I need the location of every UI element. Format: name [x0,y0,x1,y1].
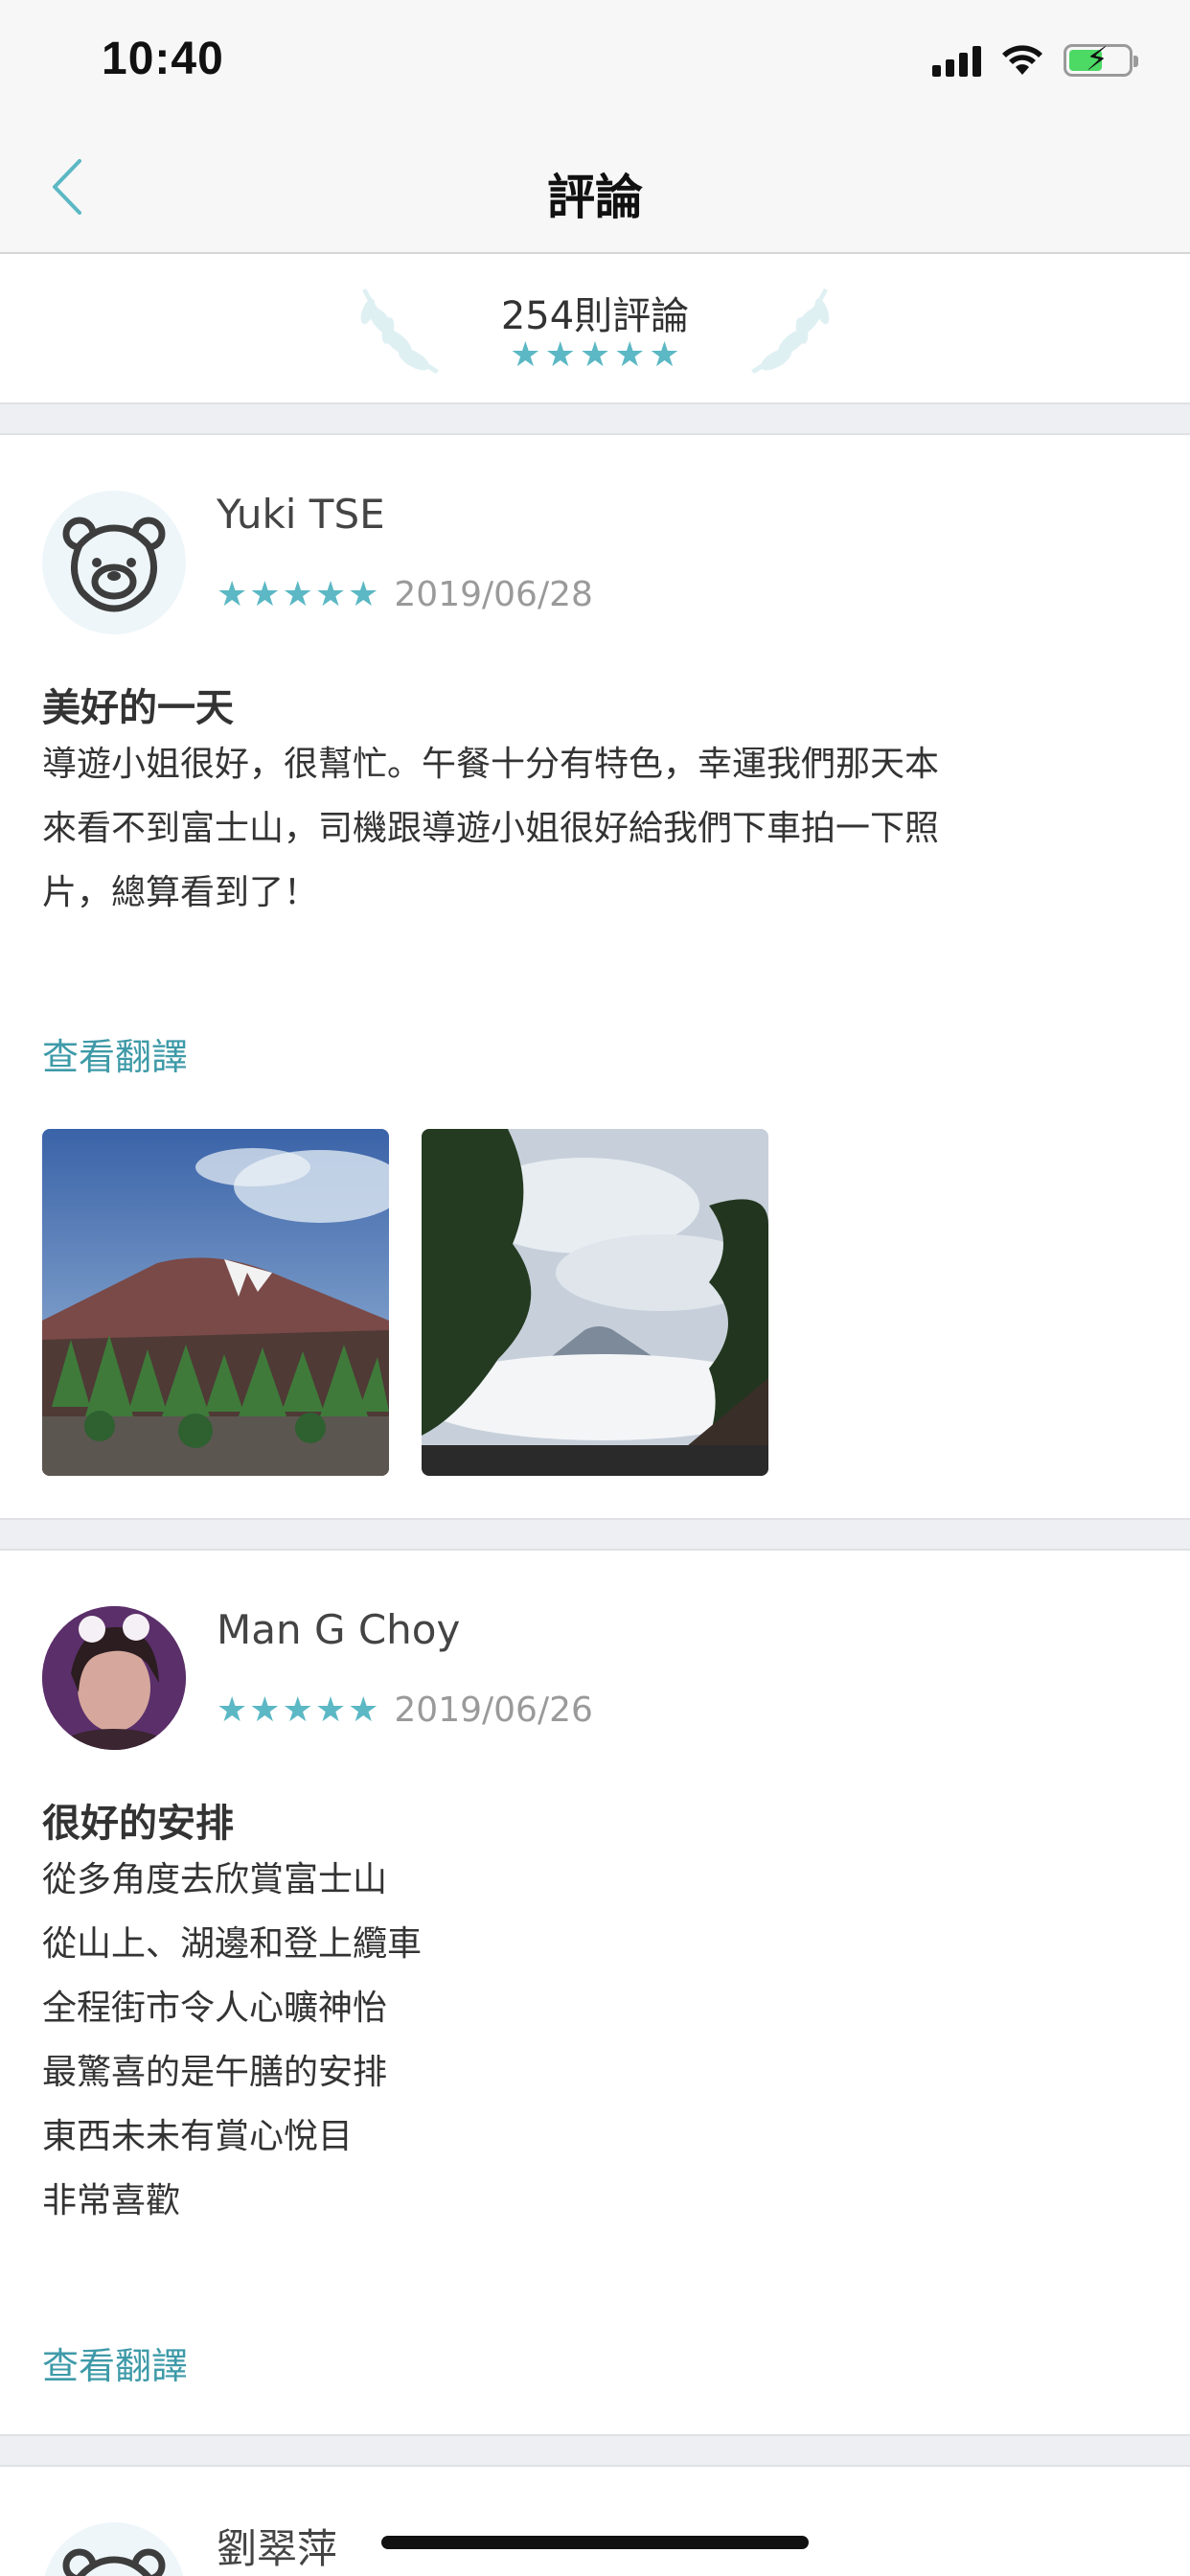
star-icon: ★ [544,335,576,375]
review-line: 從山上、湖邊和登上纜車 [42,1924,423,1964]
review-title: 很好的安排 [42,1802,234,1846]
review-line: 全程街市令人心曠神怡 [42,1989,388,2028]
review-title: 美好的一天 [42,686,234,730]
view-translation-link[interactable]: 查看翻譯 [42,1027,188,1080]
reviewer-name: 劉翠萍 [217,2525,338,2572]
page-title: 評論 [547,170,643,225]
bear-icon [62,2548,166,2576]
bear-avatar[interactable] [42,2522,186,2576]
wifi-icon [1002,45,1042,75]
review-body: 從多角度去欣賞富士山 從山上、湖邊和登上纜車 全程街市令人心曠神怡 最驚喜的是午… [42,1848,1058,2233]
section-divider [0,2434,1190,2467]
review-card: Yuki TSE ★ ★ ★ ★ ★ 2019/06/28 美好的一天 導遊小姐… [0,435,1190,1518]
cellular-signal-icon [932,44,981,77]
review-count: 254則評論 [500,294,690,338]
review-line: 非常喜歡 [42,2181,181,2220]
star-icon: ★ [217,1690,248,1730]
star-icon: ★ [649,335,680,375]
review-body: 導遊小姐很好，很幫忙。午餐十分有特色，幸運我們那天本 來看不到富士山，司機跟導遊… [42,732,1058,925]
mount-fuji-forest-photo[interactable] [42,1129,389,1476]
star-icon: ★ [282,574,313,614]
star-icon: ★ [249,1690,281,1730]
review-stars: ★ ★ ★ ★ ★ [217,1690,379,1730]
rating-row: ★ ★ ★ ★ ★ 2019/06/28 [217,575,593,614]
user-photo-avatar[interactable] [42,1606,186,1750]
section-divider [0,1518,1190,1551]
reviewer-name: Yuki TSE [217,491,385,538]
review-line: 從多角度去欣賞富士山 [42,1860,388,1899]
bear-avatar[interactable] [42,491,186,634]
status-icons: ⚡ [932,43,1138,77]
review-card: Man G Choy ★ ★ ★ ★ ★ 2019/06/26 很好的安排 從多… [0,1551,1190,2434]
summary-stars: ★ ★ ★ ★ ★ [0,338,1190,373]
star-icon: ★ [348,574,379,614]
mount-fuji-clouds-photo[interactable] [422,1129,768,1476]
review-line: 東西未未有賞心悅目 [42,2117,354,2156]
review-line: 來看不到富士山，司機跟導遊小姐很好給我們下車拍一下照 [42,809,940,848]
star-icon: ★ [217,574,248,614]
star-icon: ★ [282,1690,313,1730]
star-icon: ★ [314,1690,347,1730]
status-time: 10:40 [102,34,224,84]
review-line: 片，總算看到了！ [42,873,319,912]
home-indicator[interactable] [381,2536,809,2549]
view-translation-link[interactable]: 查看翻譯 [42,2336,188,2389]
review-line: 最驚喜的是午膳的安排 [42,2053,388,2092]
star-icon: ★ [348,1690,379,1730]
reviewer-name: Man G Choy [217,1606,461,1653]
laurel-right-icon [751,288,830,374]
review-summary: 254則評論 ★ ★ ★ ★ ★ [0,256,1190,402]
review-date: 2019/06/26 [394,1690,593,1730]
rating-row: ★ ★ ★ ★ ★ 2019/06/26 [217,1690,593,1730]
top-bar: 10:40 ⚡ 評論 [0,0,1190,254]
review-stars: ★ ★ ★ ★ ★ [217,574,379,614]
battery-icon: ⚡ [1064,43,1138,77]
bear-icon [62,517,166,612]
review-date: 2019/06/28 [394,575,593,614]
star-icon: ★ [249,574,281,614]
review-line: 導遊小姐很好，很幫忙。午餐十分有特色，幸運我們那天本 [42,745,940,784]
section-divider [0,402,1190,435]
star-icon: ★ [579,335,611,375]
star-icon: ★ [510,335,541,375]
star-icon: ★ [614,335,646,375]
star-icon: ★ [314,574,347,614]
review-card: 劉翠萍 [0,2467,1190,2576]
